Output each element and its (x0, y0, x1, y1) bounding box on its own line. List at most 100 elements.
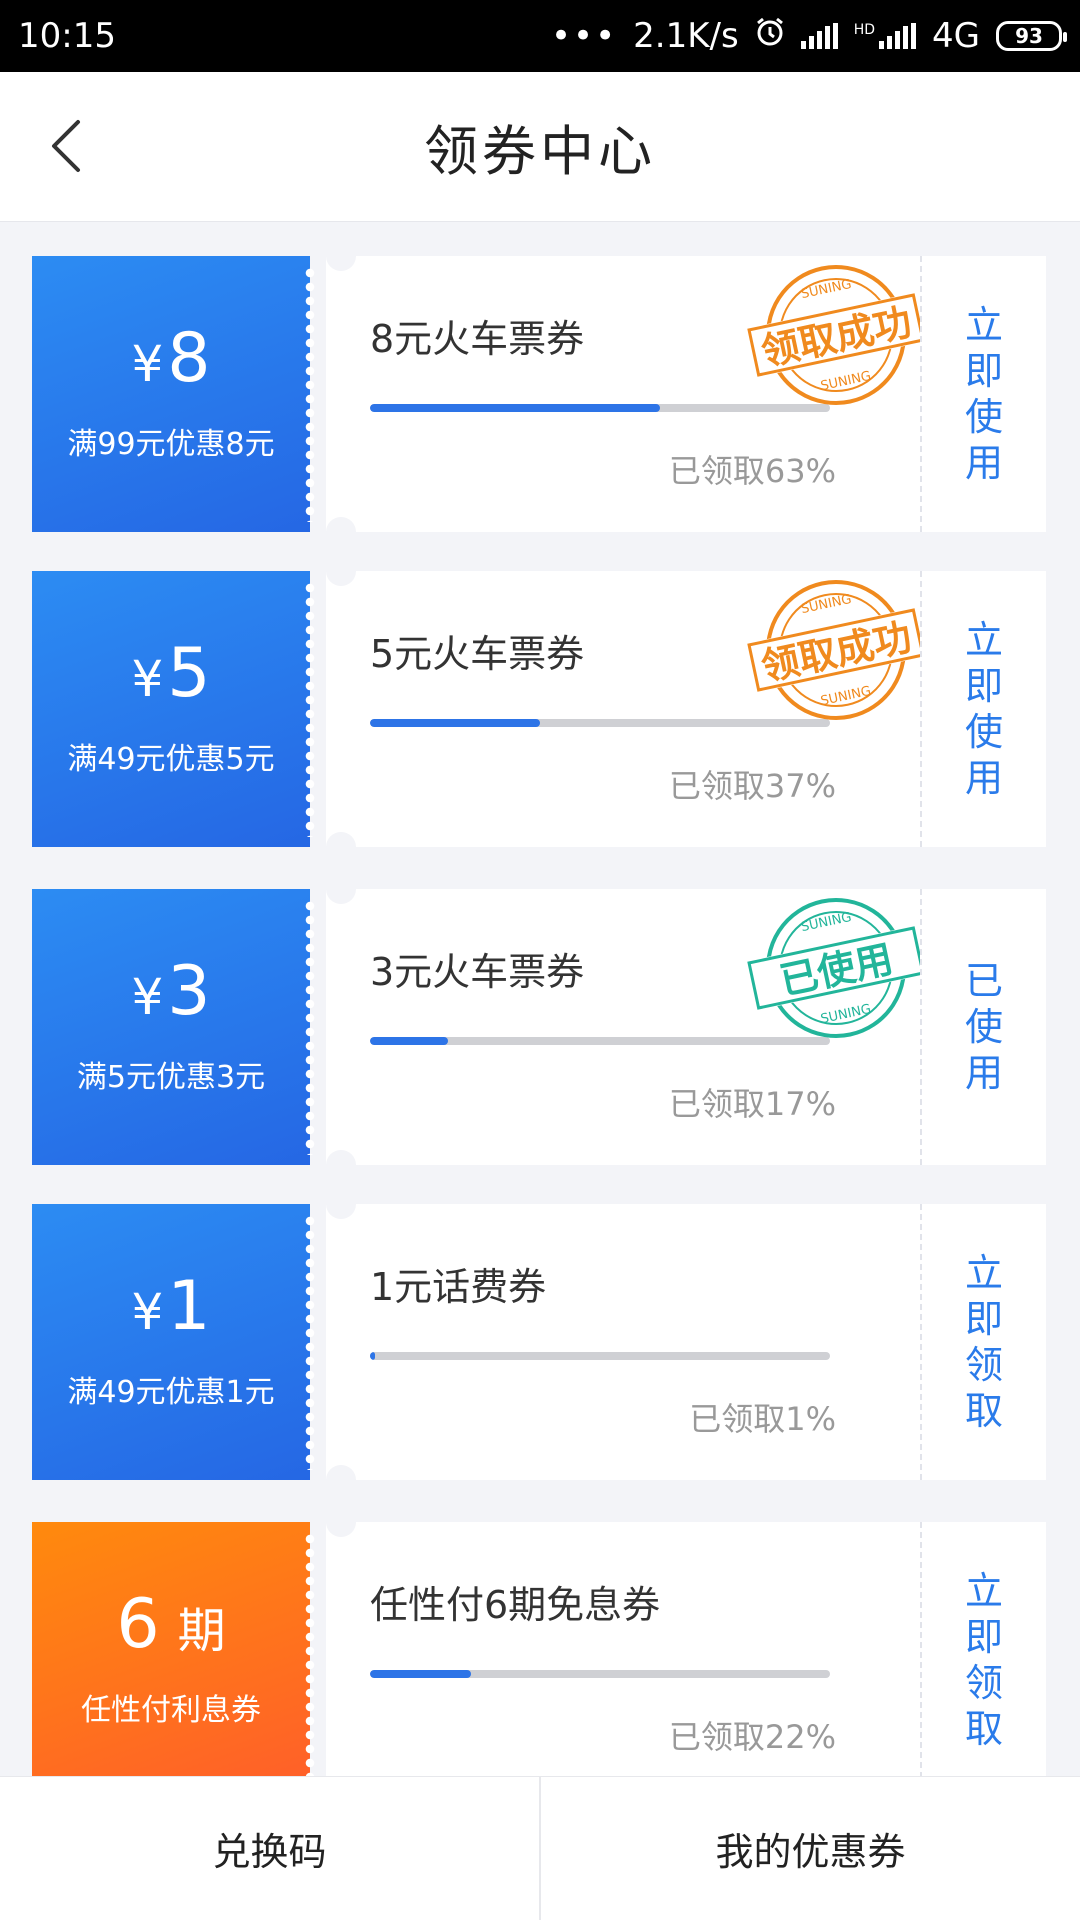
coupon-condition: 满49元优惠5元 (67, 742, 275, 777)
coupon-card: ¥3 满5元优惠3元 3元火车票券 已领取17% 已使用 SUNING SUNI… (32, 874, 1046, 1180)
claimed-percent: 已领取63% (668, 452, 836, 490)
redeem-code-tab[interactable]: 兑换码 (0, 1777, 539, 1920)
ticket-notch (326, 1507, 356, 1537)
perforation (304, 581, 316, 837)
amount-value: 3 (167, 952, 211, 1031)
claim-progress-fill (370, 719, 541, 727)
coupon-name: 8元火车票券 (370, 317, 585, 361)
coupon-card: ¥5 满49元优惠5元 5元火车票券 已领取37% 领取成功 SUNING SU… (32, 556, 1046, 862)
ticket-notch (326, 874, 356, 904)
claimed-percent: 已领取22% (668, 1718, 836, 1756)
battery-icon: 93 (996, 21, 1067, 51)
ticket-notch (326, 517, 356, 547)
coupon-card: ¥1 满49元优惠1元 1元话费券 已领取1% 立即领取 (32, 1189, 1046, 1495)
signal-icon (800, 23, 838, 49)
claimed-success-stamp-icon: 领取成功 SUNING SUNING (747, 580, 925, 720)
hd-signal: HD (853, 22, 917, 49)
coupon-value-panel: ¥1 满49元优惠1元 (32, 1204, 310, 1480)
claim-progress-bar (370, 1352, 830, 1360)
coupon-action-label: 已使用 (964, 959, 1003, 1095)
coupon-value-panel: 6期 任性付利息券 (32, 1522, 310, 1798)
ticket-notch (326, 1150, 356, 1180)
coupon-info: 3元火车票券 已领取17% 已使用 SUNING SUNING (326, 889, 925, 1165)
used-status: 已使用 (920, 889, 1046, 1165)
ticket-notch (326, 556, 356, 586)
coupon-value-panel: ¥3 满5元优惠3元 (32, 889, 310, 1165)
use-now-button[interactable]: 立即使用 (920, 571, 1046, 847)
perforation (304, 1532, 316, 1788)
coupon-amount: ¥3 (131, 958, 210, 1026)
amount-value: 1 (167, 1267, 211, 1346)
my-coupons-tab[interactable]: 我的优惠券 (539, 1777, 1080, 1920)
claimed-percent: 已领取17% (668, 1085, 836, 1123)
claimed-success-stamp-icon: 领取成功 SUNING SUNING (747, 265, 925, 405)
coupon-action-label: 立即领取 (964, 1251, 1003, 1433)
ticket-notch (326, 1465, 356, 1495)
coupon-info: 1元话费券 已领取1% (326, 1204, 920, 1480)
ticket-notch (326, 1189, 356, 1219)
hd-label: HD (853, 22, 876, 38)
hd-signal-icon (879, 23, 917, 49)
claim-now-button[interactable]: 立即领取 (920, 1522, 1046, 1798)
coupon-amount: ¥1 (131, 1273, 210, 1341)
status-bar: 10:15 ••• 2.1K/s HD 4G 93 (0, 0, 1080, 72)
coupon-name: 任性付6期免息券 (370, 1583, 661, 1627)
coupon-amount: ¥5 (131, 640, 210, 708)
coupon-name: 5元火车票券 (370, 632, 585, 676)
coupon-info: 任性付6期免息券 已领取22% (326, 1522, 920, 1798)
ticket-notch (326, 832, 356, 862)
currency-symbol: ¥ (131, 1283, 164, 1341)
chevron-left-icon (52, 120, 80, 172)
alarm-icon (755, 16, 785, 56)
used-stamp-icon: 已使用 SUNING SUNING (747, 898, 925, 1038)
coupon-action-label: 立即使用 (964, 618, 1003, 800)
coupon-condition: 满99元优惠8元 (67, 427, 275, 462)
coupon-card: ¥8 满99元优惠8元 8元火车票券 已领取63% 领取成功 SUNING SU… (32, 241, 1046, 547)
claim-progress-bar (370, 1670, 830, 1678)
coupon-info: 5元火车票券 已领取37% 领取成功 SUNING SUNING (326, 571, 925, 847)
coupon-condition: 任性付利息券 (81, 1693, 261, 1728)
status-indicators: ••• 2.1K/s HD 4G 93 (550, 16, 1067, 56)
coupon-value-panel: ¥5 满49元优惠5元 (32, 571, 310, 847)
claim-progress-fill (370, 1037, 449, 1045)
bottom-tab-bar: 兑换码 我的优惠券 (0, 1776, 1080, 1920)
claim-progress-fill (370, 1670, 472, 1678)
currency-symbol: ¥ (131, 335, 164, 393)
battery-level: 93 (1015, 24, 1043, 48)
coupon-amount: ¥8 (131, 325, 210, 393)
perforation (304, 266, 316, 522)
coupon-name: 3元火车票券 (370, 950, 585, 994)
coupon-info: 8元火车票券 已领取63% 领取成功 SUNING SUNING (326, 256, 925, 532)
back-button[interactable] (36, 116, 96, 176)
perforation (304, 1214, 316, 1470)
coupon-name: 1元话费券 (370, 1265, 547, 1309)
screen: 10:15 ••• 2.1K/s HD 4G 93 领券中心 ¥8 满99元优惠… (0, 0, 1080, 1920)
net-speed: 2.1K/s (633, 16, 739, 56)
claimed-percent: 已领取37% (668, 767, 836, 805)
claim-progress-fill (370, 404, 660, 412)
coupon-card: 6期 任性付利息券 任性付6期免息券 已领取22% 立即领取 (32, 1507, 1046, 1798)
coupon-amount: 6期 (116, 1591, 225, 1659)
page-title: 领券中心 (424, 120, 656, 183)
coupon-action-label: 立即领取 (964, 1569, 1003, 1751)
perforation (304, 899, 316, 1155)
claim-now-button[interactable]: 立即领取 (920, 1204, 1046, 1480)
network-type: 4G (932, 16, 980, 56)
amount-value: 5 (167, 634, 211, 713)
coupon-condition: 满49元优惠1元 (67, 1375, 275, 1410)
ticket-notch (326, 241, 356, 271)
claim-progress-fill (370, 1352, 375, 1360)
use-now-button[interactable]: 立即使用 (920, 256, 1046, 532)
header: 领券中心 (0, 72, 1080, 222)
amount-value: 6 (116, 1585, 160, 1664)
currency-symbol: ¥ (131, 968, 164, 1026)
more-dots-icon: ••• (550, 16, 618, 56)
status-time: 10:15 (18, 16, 116, 56)
coupon-action-label: 立即使用 (964, 303, 1003, 485)
amount-value: 8 (167, 319, 211, 398)
amount-unit: 期 (177, 1603, 226, 1659)
currency-symbol: ¥ (131, 650, 164, 708)
claimed-percent: 已领取1% (689, 1400, 836, 1438)
coupon-condition: 满5元优惠3元 (76, 1060, 266, 1095)
coupon-value-panel: ¥8 满99元优惠8元 (32, 256, 310, 532)
